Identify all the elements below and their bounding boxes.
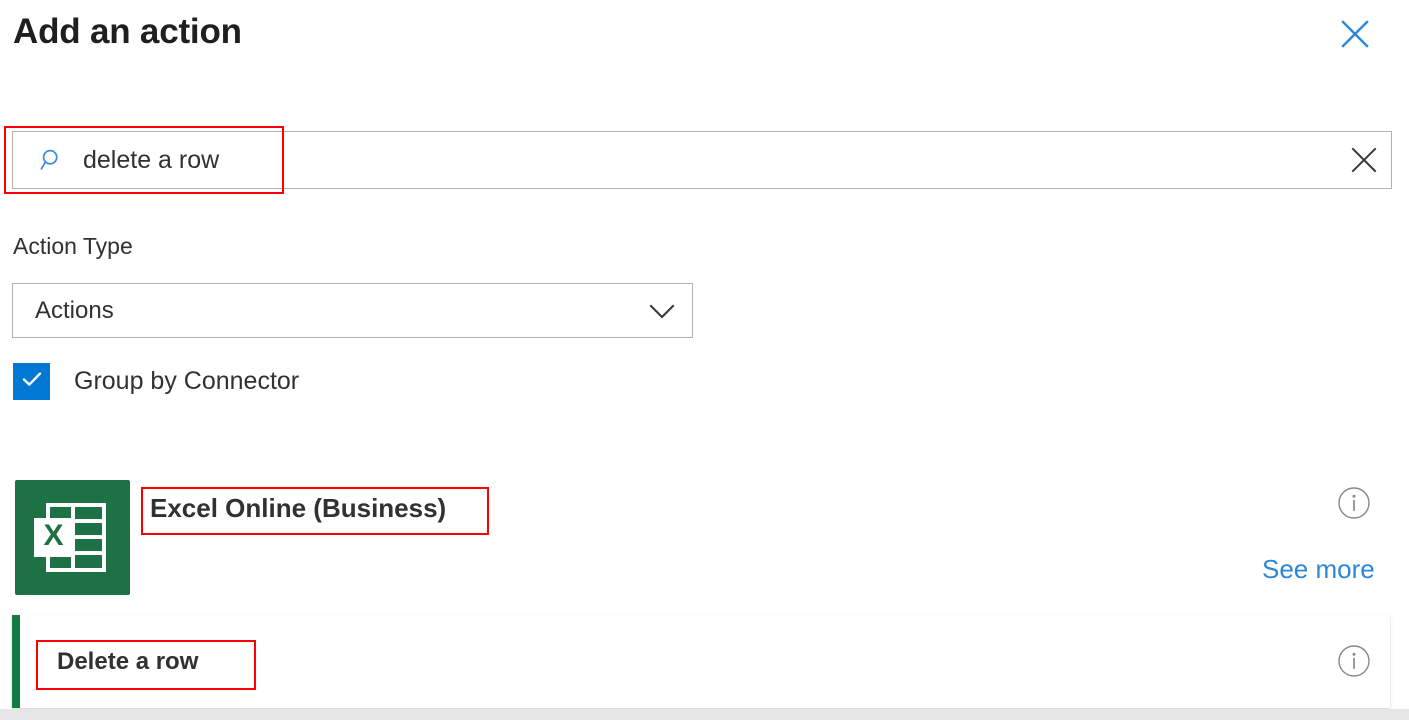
close-icon xyxy=(1339,18,1371,50)
search-box[interactable] xyxy=(12,131,1392,189)
check-icon xyxy=(19,366,45,397)
action-item-delete-a-row[interactable]: Delete a row xyxy=(12,615,1390,708)
action-type-selected-value: Actions xyxy=(35,296,114,324)
action-item-label: Delete a row xyxy=(57,648,199,675)
action-type-dropdown[interactable]: Actions xyxy=(12,283,693,338)
action-type-label: Action Type xyxy=(13,233,133,259)
svg-text:X: X xyxy=(43,519,63,552)
connector-group-header: X Excel Online (Business) xyxy=(0,480,1409,596)
group-by-connector-checkbox[interactable]: Group by Connector xyxy=(13,363,299,400)
page-title: Add an action xyxy=(13,12,242,51)
connector-name: Excel Online (Business) xyxy=(150,493,447,523)
group-by-connector-label: Group by Connector xyxy=(74,367,300,395)
connector-info-icon[interactable] xyxy=(1337,486,1371,520)
bottom-edge-strip xyxy=(0,709,1409,720)
excel-icon: X xyxy=(15,480,130,595)
action-info-icon[interactable] xyxy=(1337,644,1371,678)
chevron-down-icon xyxy=(632,294,692,328)
checkbox-box[interactable] xyxy=(13,363,50,400)
see-more-link[interactable]: See more xyxy=(1262,554,1375,585)
close-panel-button[interactable] xyxy=(1334,14,1376,54)
add-action-panel: Add an action Action Type Actions xyxy=(0,0,1409,720)
search-input[interactable] xyxy=(83,143,1337,177)
clear-search-icon[interactable] xyxy=(1337,132,1391,188)
search-icon xyxy=(40,148,64,172)
action-accent-bar xyxy=(12,615,20,708)
